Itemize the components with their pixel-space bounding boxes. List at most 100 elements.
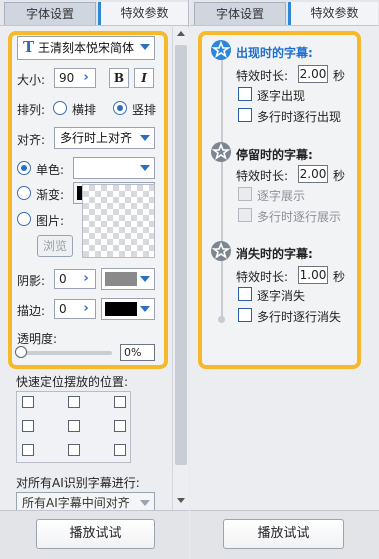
vertical-label: 竖排: [132, 103, 157, 117]
left-pane: 字体设置 特效参数 T 王清刻本悦宋简体 大小: 90 › B I 排列: 横排…: [0, 0, 189, 559]
font-name: 王清刻本悦宋简体: [38, 41, 135, 55]
size-spinner[interactable]: 90 ›: [54, 68, 96, 88]
stay-opt1-label: 逐字展示: [257, 189, 306, 203]
stay-opt1-checkbox[interactable]: [238, 187, 252, 201]
chevron-down-icon: [140, 165, 150, 171]
position-middle-left[interactable]: [22, 420, 34, 432]
appear-opt1-label: 逐字出现: [257, 89, 306, 103]
font-family-select[interactable]: T 王清刻本悦宋简体: [17, 36, 155, 60]
stroke-label: 描边:: [17, 304, 46, 318]
gradient-radio[interactable]: [17, 186, 31, 200]
solid-color-label: 单色:: [36, 163, 65, 177]
vertical-radio[interactable]: [113, 101, 127, 115]
stay-duration-label: 特效时长:: [236, 169, 289, 183]
shadow-value: 0: [59, 272, 67, 286]
star-icon: [211, 241, 231, 261]
italic-button[interactable]: I: [134, 68, 154, 88]
appear-opt2-checkbox[interactable]: [238, 108, 252, 122]
ai-align-value: 所有AI字幕中间对齐: [22, 496, 130, 510]
tab-effect-params[interactable]: 特效参数: [98, 2, 188, 25]
stay-title: 停留时的字幕:: [236, 148, 313, 162]
image-preview: [82, 184, 155, 258]
position-center[interactable]: [68, 420, 80, 432]
font-T-icon: T: [23, 38, 35, 56]
bold-button[interactable]: B: [109, 68, 129, 88]
tab-font-settings[interactable]: 字体设置: [194, 2, 286, 25]
star-active-icon: [211, 40, 231, 60]
position-label: 快速定位摆放的位置:: [16, 375, 129, 389]
scroll-up-icon[interactable]: [177, 31, 185, 36]
stay-unit: 秒: [333, 169, 346, 183]
browse-button[interactable]: 浏览: [37, 235, 73, 257]
chevron-right-icon[interactable]: ›: [79, 272, 93, 286]
right-tabbar: 字体设置 特效参数: [190, 0, 379, 26]
opacity-slider-handle[interactable]: [15, 346, 27, 358]
stroke-color-swatch: [105, 302, 137, 316]
chevron-down-icon: [140, 306, 150, 312]
disappear-title: 消失时的字幕:: [236, 247, 313, 261]
opacity-value-field[interactable]: 0%: [120, 344, 155, 361]
effects-timeline: [221, 50, 223, 320]
appear-duration-field[interactable]: 2.00: [298, 65, 328, 83]
position-bottom-left[interactable]: [22, 444, 34, 456]
size-label: 大小:: [17, 73, 46, 87]
stroke-spinner[interactable]: 0 ›: [54, 299, 96, 319]
left-tabbar: 字体设置 特效参数: [0, 0, 188, 26]
chevron-down-icon: [140, 276, 150, 282]
size-value: 90: [59, 71, 75, 85]
opacity-label: 透明度:: [17, 332, 58, 346]
horizontal-label: 横排: [72, 103, 97, 117]
shadow-color-swatch: [105, 272, 137, 286]
disappear-opt2-label: 多行时逐行消失: [257, 310, 342, 324]
stay-opt2-checkbox[interactable]: [238, 208, 252, 222]
chevron-right-icon[interactable]: ›: [79, 71, 93, 85]
stroke-color-select[interactable]: [101, 298, 155, 320]
position-bottom-center[interactable]: [68, 444, 80, 456]
image-label: 图片:: [36, 214, 65, 228]
position-top-left[interactable]: [22, 396, 34, 408]
disappear-duration-field[interactable]: 1.00: [298, 266, 328, 284]
align-value: 多行时上对齐: [60, 131, 133, 145]
stay-opt2-label: 多行时逐行展示: [257, 210, 342, 224]
shadow-spinner[interactable]: 0 ›: [54, 269, 96, 289]
play-test-button[interactable]: 播放试试: [223, 519, 344, 549]
chevron-right-icon[interactable]: ›: [79, 302, 93, 316]
position-middle-right[interactable]: [114, 420, 126, 432]
appear-title: 出现时的字幕:: [236, 46, 313, 60]
layout-label: 排列:: [17, 103, 46, 117]
align-label: 对齐:: [17, 133, 46, 147]
left-scrollbar[interactable]: [172, 27, 189, 510]
image-radio[interactable]: [17, 212, 31, 226]
appear-opt1-checkbox[interactable]: [238, 87, 252, 101]
ai-label: 对所有AI识别字幕进行:: [16, 476, 140, 490]
disappear-unit: 秒: [333, 270, 346, 284]
horizontal-radio[interactable]: [53, 101, 67, 115]
position-top-right[interactable]: [114, 396, 126, 408]
align-select[interactable]: 多行时上对齐: [54, 127, 155, 149]
disappear-opt1-checkbox[interactable]: [238, 287, 252, 301]
appear-opt2-label: 多行时逐行出现: [257, 110, 342, 124]
chevron-down-icon: [140, 500, 150, 506]
solid-color-select[interactable]: [73, 157, 155, 179]
stay-duration-field[interactable]: 2.00: [298, 165, 328, 183]
gradient-label: 渐变:: [36, 188, 65, 202]
position-bottom-right[interactable]: [114, 444, 126, 456]
tab-effect-params[interactable]: 特效参数: [288, 2, 378, 25]
tab-font-settings[interactable]: 字体设置: [4, 2, 96, 25]
chevron-down-icon: [140, 135, 150, 141]
chevron-down-icon: [140, 44, 150, 50]
scroll-down-icon[interactable]: [177, 498, 185, 503]
disappear-opt2-checkbox[interactable]: [238, 308, 252, 322]
star-icon: [211, 142, 231, 162]
appear-unit: 秒: [333, 69, 346, 83]
appear-duration-label: 特效时长:: [236, 69, 289, 83]
solid-color-radio[interactable]: [17, 161, 31, 175]
scroll-thumb[interactable]: [175, 45, 187, 465]
shadow-color-select[interactable]: [101, 268, 155, 290]
shadow-label: 阴影:: [17, 274, 46, 288]
position-top-center[interactable]: [68, 396, 80, 408]
opacity-slider-track[interactable]: [20, 351, 112, 355]
disappear-opt1-label: 逐字消失: [257, 289, 306, 303]
disappear-duration-label: 特效时长:: [236, 270, 289, 284]
play-test-button[interactable]: 播放试试: [36, 519, 155, 549]
